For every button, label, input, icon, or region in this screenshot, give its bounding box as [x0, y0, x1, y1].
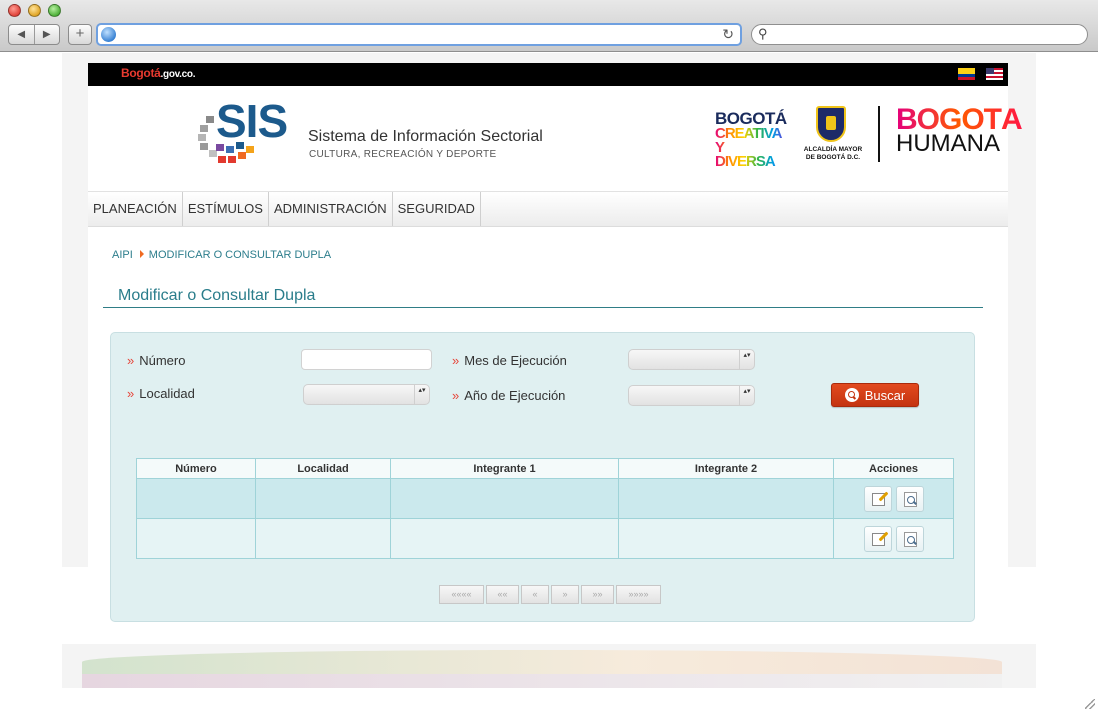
- table-row: [136, 478, 954, 519]
- browser-chrome: ◀ ▶ + ↻ ⚲: [0, 0, 1098, 52]
- numero-label: » Número: [127, 353, 186, 368]
- add-bookmark-plus-icon[interactable]: +: [68, 24, 92, 45]
- breadcrumb: AIPI MODIFICAR O CONSULTAR DUPLA: [112, 249, 331, 261]
- search-panel: »Número »Localidad »Mes de Ejecución »Añ…: [110, 332, 975, 622]
- table-header-row: Número Localidad Integrante 1 Integrante…: [136, 458, 954, 479]
- anio-ejecucion-label: » Año de Ejecución: [452, 388, 566, 403]
- site-container: Bogotá.gov.co. SIS Sistema de Informació…: [88, 63, 1023, 623]
- system-subtitle: CULTURA, RECREACIÓN Y DEPORTE: [309, 149, 497, 160]
- menu-item-seguridad[interactable]: SEGURIDAD: [393, 192, 481, 226]
- alcaldia-label: ALCALDÍA MAYOR DE BOGOTÁ D.C.: [803, 146, 863, 161]
- bogota-humana-logo[interactable]: BOGOTÁ HUMANA: [896, 105, 1023, 156]
- magnifier-icon: [903, 531, 917, 547]
- edit-icon: [871, 532, 885, 546]
- column-header-numero[interactable]: Número: [136, 458, 256, 479]
- double-chevron-icon: »: [127, 386, 134, 401]
- search-icon: ⚲: [758, 26, 768, 41]
- flag-colombia-icon[interactable]: [958, 68, 975, 80]
- numero-input[interactable]: [301, 349, 432, 370]
- window-resize-handle[interactable]: [1085, 699, 1095, 709]
- edit-icon: [871, 492, 885, 506]
- footer-decoration: [62, 644, 1036, 688]
- bogota-gov-logo[interactable]: Bogotá.gov.co.: [121, 66, 195, 80]
- cell-localidad: [255, 518, 391, 559]
- title-underline: [103, 307, 983, 308]
- cell-integrante-2: [618, 518, 834, 559]
- next-page-button[interactable]: »: [551, 585, 579, 604]
- column-header-localidad[interactable]: Localidad: [255, 458, 391, 479]
- double-chevron-icon: »: [452, 388, 459, 403]
- menu-item-administracion[interactable]: ADMINISTRACIÓN: [269, 192, 393, 226]
- flag-usa-icon[interactable]: [986, 68, 1003, 80]
- address-bar[interactable]: ↻: [96, 23, 742, 46]
- column-header-integrante-1[interactable]: Integrante 1: [390, 458, 619, 479]
- mes-ejecucion-select[interactable]: [628, 349, 755, 370]
- browser-search-field[interactable]: ⚲: [751, 24, 1088, 45]
- edit-button[interactable]: [863, 525, 892, 552]
- cell-integrante-1: [390, 518, 619, 559]
- breadcrumb-root[interactable]: AIPI: [112, 249, 133, 261]
- column-header-integrante-2[interactable]: Integrante 2: [618, 458, 834, 479]
- minimize-window-icon[interactable]: [28, 4, 41, 17]
- table-row: [136, 518, 954, 559]
- prev-block-button[interactable]: ««: [486, 585, 519, 604]
- search-icon: [844, 388, 859, 402]
- localidad-select[interactable]: [303, 384, 430, 405]
- page-title: Modificar o Consultar Dupla: [118, 287, 316, 304]
- results-table: Número Localidad Integrante 1 Integrante…: [136, 458, 954, 559]
- magnifier-icon: [903, 491, 917, 507]
- reload-icon[interactable]: ↻: [722, 26, 734, 43]
- buscar-button[interactable]: Buscar: [831, 383, 919, 407]
- last-page-button[interactable]: »»»»: [616, 585, 661, 604]
- column-header-acciones: Acciones: [833, 458, 954, 479]
- cell-numero: [136, 478, 256, 519]
- menu-item-planeacion[interactable]: PLANEACIÓN: [88, 192, 183, 226]
- cell-localidad: [255, 478, 391, 519]
- next-block-button[interactable]: »»: [581, 585, 614, 604]
- cell-integrante-1: [390, 478, 619, 519]
- site-header: SIS Sistema de Información Sectorial CUL…: [88, 86, 1023, 191]
- forward-arrow-icon[interactable]: ▶: [35, 25, 60, 44]
- close-window-icon[interactable]: [8, 4, 21, 17]
- globe-icon: [101, 27, 116, 42]
- breadcrumb-arrow-icon: [139, 250, 144, 258]
- back-arrow-icon[interactable]: ◀: [9, 25, 35, 44]
- anio-ejecucion-select[interactable]: [628, 385, 755, 406]
- localidad-label: » Localidad: [127, 386, 195, 401]
- logo-divider: [878, 106, 880, 162]
- coat-of-arms-icon: [816, 106, 846, 142]
- menu-item-estimulos[interactable]: ESTÍMULOS: [183, 192, 269, 226]
- prev-page-button[interactable]: «: [521, 585, 549, 604]
- first-page-button[interactable]: ««««: [439, 585, 484, 604]
- bogota-creativa-logo[interactable]: BOGOTÁ CREATIVA Y DIVERSA: [715, 110, 787, 169]
- cell-numero: [136, 518, 256, 559]
- gov-topbar: Bogotá.gov.co.: [88, 63, 1008, 86]
- cell-acciones: [833, 518, 954, 559]
- cell-integrante-2: [618, 478, 834, 519]
- system-title: Sistema de Información Sectorial: [308, 128, 543, 145]
- history-nav: ◀ ▶: [8, 24, 60, 45]
- pagination: «««« «« « » »» »»»»: [439, 585, 661, 604]
- double-chevron-icon: »: [127, 353, 134, 368]
- zoom-window-icon[interactable]: [48, 4, 61, 17]
- mes-ejecucion-label: » Mes de Ejecución: [452, 353, 567, 368]
- cell-acciones: [833, 478, 954, 519]
- breadcrumb-current: MODIFICAR O CONSULTAR DUPLA: [148, 249, 332, 261]
- double-chevron-icon: »: [452, 353, 459, 368]
- page-viewport: Bogotá.gov.co. SIS Sistema de Informació…: [0, 53, 1098, 712]
- edit-button[interactable]: [863, 485, 892, 512]
- view-button[interactable]: [895, 485, 924, 512]
- main-menu: PLANEACIÓN ESTÍMULOS ADMINISTRACIÓN SEGU…: [88, 191, 1008, 227]
- view-button[interactable]: [895, 525, 924, 552]
